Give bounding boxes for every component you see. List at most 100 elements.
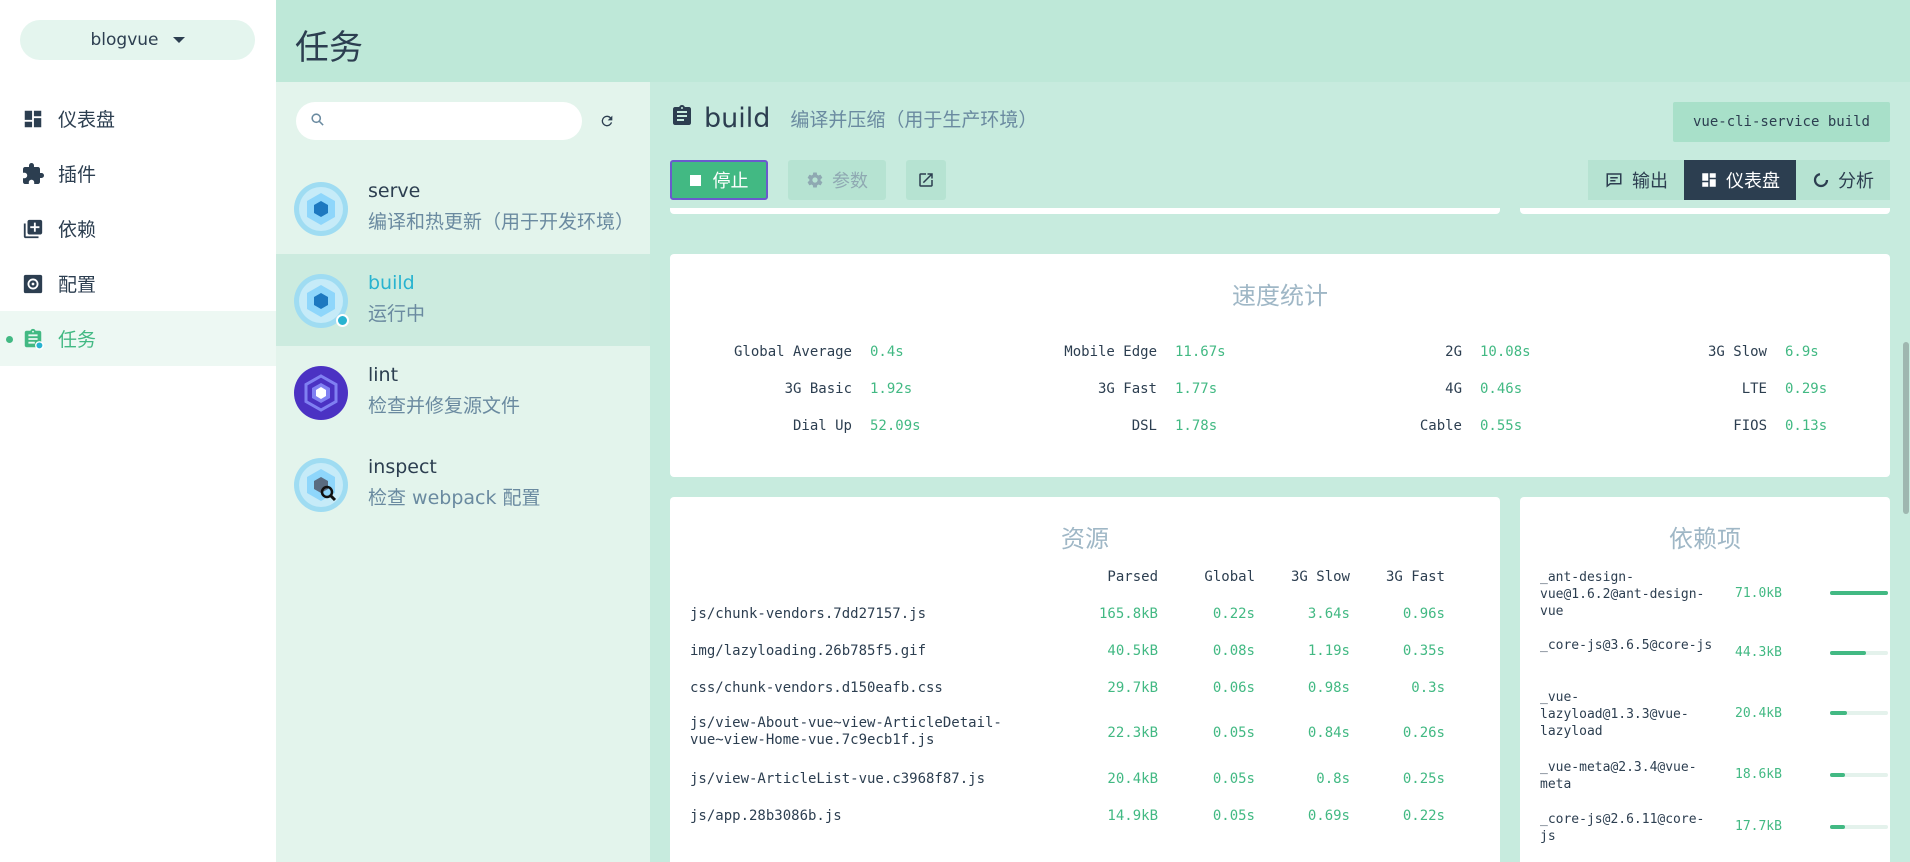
asset-name: js/view-ArticleList-vue.c3968f87.js (690, 771, 986, 787)
tab-dashboard[interactable]: 仪表盘 (1684, 160, 1796, 200)
asset-parsed: 29.7kB (1107, 680, 1158, 696)
speed-value: 0.13s (1785, 418, 1828, 434)
asset-parsed: 20.4kB (1107, 771, 1158, 787)
dependency-size-bar-fill (1830, 711, 1847, 715)
asset-3g-slow: 0.8s (1316, 771, 1350, 787)
speed-cell: 2G 10.08s (1280, 337, 1585, 367)
search-input[interactable] (335, 112, 575, 130)
library-icon (21, 217, 45, 241)
asset-3g-fast: 0.96s (1402, 606, 1445, 622)
asset-3g-slow: 0.84s (1307, 725, 1350, 741)
tab-output[interactable]: 输出 (1588, 160, 1684, 200)
speed-cell: 3G Basic 1.92s (670, 374, 975, 404)
dependency-size-bar (1830, 825, 1888, 829)
list-item: _vue-lazyload@1.3.3@vue-lazyload 20.4kB (1540, 689, 1888, 741)
stop-button[interactable]: 停止 (670, 160, 768, 200)
message-icon (1604, 171, 1624, 189)
asset-3g-fast: 0.25s (1402, 771, 1445, 787)
dependencies-title: 依赖项 (1669, 525, 1741, 553)
column-header: 3G Slow (1290, 569, 1350, 585)
speed-value: 10.08s (1480, 344, 1531, 360)
asset-global: 0.08s (1212, 643, 1255, 659)
asset-3g-slow: 0.69s (1307, 808, 1350, 824)
task-description: 编译和热更新（用于开发环境） (368, 211, 635, 233)
task-detail: build 编译并压缩（用于生产环境） vue-cli-service buil… (650, 82, 1910, 862)
task-description: 检查 webpack 配置 (368, 487, 541, 509)
settings-icon (21, 272, 45, 296)
speed-cell: DSL 1.78s (975, 411, 1280, 441)
top-header: 任务 (276, 0, 1910, 82)
speed-row: Dial Up 52.09s DSL 1.78s Cable 0.55s FIOS 0.… (670, 411, 1890, 441)
sidebar-item-tasks[interactable]: 任务 (0, 311, 276, 366)
dependency-size: 18.6kB (1735, 767, 1782, 782)
dependency-name: _ant-design-vue@1.6.2@ant-design-vue (1540, 570, 1705, 619)
sidebar-item-configuration[interactable]: 配置 (0, 256, 276, 311)
asset-3g-slow: 1.19s (1307, 643, 1350, 659)
task-description: 运行中 (368, 303, 426, 325)
task-item-build[interactable]: build 运行中 (276, 254, 650, 346)
asset-parsed: 14.9kB (1107, 808, 1158, 824)
speed-cell: Dial Up 52.09s (670, 411, 975, 441)
view-tabs: 输出 仪表盘 分析 (1588, 160, 1890, 200)
caret-down-icon (172, 37, 185, 43)
dependency-name: _core-js@3.6.5@core-js (1540, 638, 1713, 653)
speed-label: Mobile Edge (1064, 344, 1157, 360)
search-icon (310, 112, 325, 131)
asset-global: 0.05s (1212, 725, 1255, 741)
speed-label: Global Average (733, 344, 852, 360)
sidebar-item-label: 仪表盘 (58, 109, 116, 131)
task-name: serve (368, 180, 421, 202)
project-selector[interactable]: blogvue (20, 20, 255, 60)
open-external-icon[interactable] (906, 160, 946, 200)
task-list: serve 编译和热更新（用于开发环境） build 运行中 lint 检查并修… (276, 82, 650, 862)
active-indicator (6, 336, 13, 343)
asset-3g-fast: 0.22s (1402, 808, 1445, 824)
command-badge: vue-cli-service build (1672, 102, 1890, 142)
speed-cell: 3G Fast 1.77s (975, 374, 1280, 404)
sidebar-item-label: 任务 (58, 329, 97, 351)
sidebar-item-plugins[interactable]: 插件 (0, 146, 276, 201)
speed-value: 0.55s (1480, 418, 1523, 434)
parameters-label: 参数 (832, 171, 868, 192)
task-item-serve[interactable]: serve 编译和热更新（用于开发环境） (276, 162, 650, 254)
speed-value: 1.78s (1175, 418, 1218, 434)
speed-stats-card: 速度统计 Global Average 0.4s Mobile Edge 11.67… (670, 254, 1890, 477)
tab-analyzer[interactable]: 分析 (1796, 160, 1890, 200)
donut-chart-icon (1812, 171, 1830, 189)
speed-label: 4G (1445, 381, 1462, 397)
speed-cell: 4G 0.46s (1280, 374, 1585, 404)
refresh-icon[interactable] (594, 108, 620, 134)
dashboard-icon (1700, 171, 1718, 189)
asset-parsed: 165.8kB (1098, 606, 1158, 622)
asset-global: 0.05s (1212, 771, 1255, 787)
speed-value: 1.92s (870, 381, 913, 397)
speed-cell: Mobile Edge 11.67s (975, 337, 1280, 367)
tab-label: 输出 (1632, 171, 1668, 192)
card-scrolled-top-right (1520, 208, 1890, 214)
task-detail-name: build (704, 102, 771, 134)
sidebar-item-label: 配置 (58, 274, 97, 296)
speed-value: 0.29s (1785, 381, 1828, 397)
sidebar-item-dependencies[interactable]: 依赖 (0, 201, 276, 256)
webpack-icon (294, 182, 348, 236)
task-item-inspect[interactable]: inspect 检查 webpack 配置 (276, 438, 650, 530)
assets-title: 资源 (1061, 525, 1109, 553)
scrollbar[interactable] (1903, 342, 1909, 514)
task-search (296, 102, 582, 140)
dependency-size-bar-fill (1830, 651, 1866, 655)
gear-icon (806, 171, 824, 189)
project-name: blogvue (90, 30, 159, 50)
asset-name: img/lazyloading.26b785f5.gif (690, 643, 927, 659)
parameters-button[interactable]: 参数 (788, 160, 886, 200)
sidebar-item-dashboard[interactable]: 仪表盘 (0, 91, 276, 146)
speed-value: 1.77s (1175, 381, 1218, 397)
assignment-icon (21, 327, 45, 351)
speed-label: 2G (1445, 344, 1462, 360)
asset-name: js/app.28b3086b.js (690, 808, 842, 824)
speed-value: 0.46s (1480, 381, 1523, 397)
speed-label: 3G Fast (1097, 381, 1157, 397)
dependency-size: 44.3kB (1735, 645, 1782, 660)
task-item-lint[interactable]: lint 检查并修复源文件 (276, 346, 650, 438)
stop-label: 停止 (712, 171, 749, 192)
speed-row: 3G Basic 1.92s 3G Fast 1.77s 4G 0.46s LTE 0.… (670, 374, 1890, 404)
